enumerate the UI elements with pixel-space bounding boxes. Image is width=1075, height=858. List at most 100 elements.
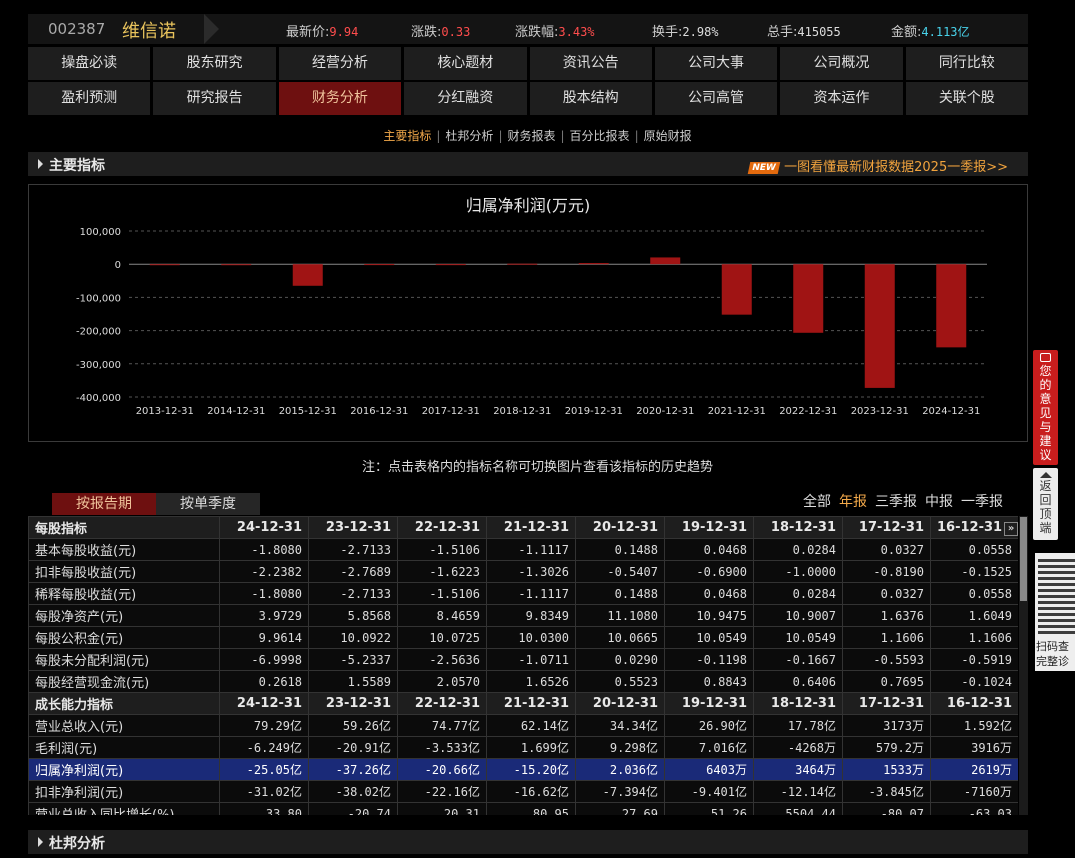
table-row[interactable]: 基本每股收益(元) -1.8080 -2.7133 -1.5106 -1.1117 0.1… [28,538,1018,561]
table-row[interactable]: 归属净利润(元) -25.05亿 -37.26亿 -20.66亿 -15.20亿 2.03… [28,758,1018,781]
table-cell: -0.8190 [842,560,931,583]
nav-item[interactable]: 公司概况 [780,47,903,80]
quote-item: 涨跌幅:3.43% [515,21,595,40]
qr-code-panel[interactable]: 扫码查 完整诊 [1035,553,1075,671]
date-header: 21-12-31 [486,516,576,539]
nav-item[interactable]: 股本结构 [529,82,652,115]
nav-item[interactable]: 核心题材 [404,47,527,80]
table-cell: -16.62亿 [486,780,576,803]
table-row[interactable]: 扣非净利润(元) -31.02亿 -38.02亿 -22.16亿 -16.62亿 -7.3… [28,780,1018,803]
nav-item[interactable]: 操盘必读 [28,47,151,80]
table-cell: 10.9475 [664,604,754,627]
table-note: 注：点击表格内的指标名称可切换图片查看该指标的历史趋势 [361,460,713,475]
indicator-name[interactable]: 基本每股收益(元) [28,538,220,561]
nav-item[interactable]: 盈利预测 [28,82,151,115]
quote-item: 换手:2.98% [652,21,719,40]
back-to-top-char: 返 [1039,479,1052,493]
table-row[interactable]: 扣非每股收益(元) -2.2382 -2.7689 -1.6223 -1.3026 -0.… [28,560,1018,583]
nav-item[interactable]: 研究报告 [153,82,276,115]
table-cell: -2.5636 [397,648,487,671]
table-row[interactable]: 营业总收入同比增长(%)33.80-20.7420.3180.9527.6951… [28,802,1018,815]
period-filter[interactable]: 全部 [803,494,831,510]
comment-icon [1040,353,1051,362]
nav-item[interactable]: 资讯公告 [529,47,652,80]
quote-label: 金额: [891,25,922,40]
indicator-name[interactable]: 每股净资产(元) [28,604,220,627]
tab-by-report-period[interactable]: 按报告期 [52,493,156,515]
table-row[interactable]: 每股未分配利润(元) -6.9998 -5.2337 -2.5636 -1.0711 0.… [28,648,1018,671]
period-filter[interactable]: 一季报 [961,494,1003,510]
bar [578,263,609,265]
indicator-name[interactable]: 扣非每股收益(元) [28,560,220,583]
table-cell: -20.91亿 [308,736,398,759]
nav-item[interactable]: 同行比较 [905,47,1028,80]
table-cell: 27.69 [575,802,665,815]
table-row[interactable]: 每股经营现金流(元) 0.2618 1.5589 2.0570 1.6526 0.5523… [28,670,1018,693]
feedback-char: 建 [1039,434,1052,448]
indicator-name[interactable]: 归属净利润(元) [28,758,220,781]
nav-item[interactable]: 公司高管 [654,82,778,115]
indicator-table: 每股指标 24-12-31 23-12-31 22-12-31 21-12-31 20-1… [28,516,1018,815]
date-header: 24-12-31 [219,692,309,715]
bar [364,264,395,266]
table-cell: -1.8080 [219,538,309,561]
y-tick-label: 0 [115,260,121,271]
table-row[interactable]: 稀释每股收益(元) -1.8080 -2.7133 -1.5106 -1.1117 0.1… [28,582,1018,605]
nav-item[interactable]: 财务分析 [278,82,402,115]
table-cell: -1.0711 [486,648,576,671]
table-cell: -0.6900 [664,560,754,583]
indicator-name[interactable]: 每股未分配利润(元) [28,648,220,671]
nav-item[interactable]: 分红融资 [404,82,527,115]
indicator-name[interactable]: 扣非净利润(元) [28,780,220,803]
feedback-button[interactable]: 您的意见与建议 [1033,350,1058,465]
period-filter[interactable]: 中报 [925,494,953,510]
nav-item[interactable]: 关联个股 [905,82,1028,115]
nav-row-2: 盈利预测 研究报告 财务分析 分红融资 股本结构 公司高管 资本运作 关联个股 [28,82,1028,115]
table-row[interactable]: 每股公积金(元) 9.9614 10.0922 10.0725 10.0300 10.06… [28,626,1018,649]
qr-caption-1: 扫码查 [1036,640,1069,653]
bar [650,257,681,265]
feedback-char: 见 [1039,406,1052,420]
nav-item[interactable]: 资本运作 [780,82,903,115]
back-to-top-button[interactable]: 返回顶端 [1033,468,1058,540]
expand-triangle-icon[interactable] [38,837,43,847]
table-cell: 0.1488 [575,582,665,605]
table-cell: 10.0725 [397,626,487,649]
table-cell: 10.9007 [753,604,843,627]
sub-nav-link[interactable]: 百分比报表 [570,129,630,143]
indicator-name[interactable]: 营业总收入(元) [28,714,220,737]
table-cell: 2.0570 [397,670,487,693]
period-filter[interactable]: 三季报 [875,494,917,510]
indicator-name[interactable]: 每股公积金(元) [28,626,220,649]
promo-link[interactable]: NEW 一图看懂最新财报数据2025一季报>> [747,156,1008,175]
table-cell: -2.7133 [308,538,398,561]
table-row[interactable]: 营业总收入(元) 79.29亿 59.26亿 74.77亿 62.14亿 34.34亿 26… [28,714,1018,737]
nav-item[interactable]: 公司大事 [654,47,778,80]
indicator-name[interactable]: 营业总收入同比增长(%) [28,802,220,815]
period-filters: 全部 年报 三季报 中报 一季报 [803,491,1011,511]
table-cell: -0.5919 [930,648,1018,671]
expand-triangle-icon[interactable] [38,159,43,169]
sub-nav-link[interactable]: 杜邦分析 [445,129,493,143]
sub-nav-link[interactable]: 主要指标 [383,129,431,143]
date-header: 21-12-31 [486,692,576,715]
scrollbar-thumb[interactable] [1020,517,1027,601]
sub-nav-link[interactable]: 财务报表 [507,129,555,143]
indicator-name[interactable]: 每股经营现金流(元) [28,670,220,693]
more-columns-icon[interactable]: » [1004,521,1018,536]
indicator-name[interactable]: 稀释每股收益(元) [28,582,220,605]
new-badge: NEW [747,162,780,174]
tab-by-single-quarter[interactable]: 按单季度 [156,493,260,515]
table-cell: -0.1198 [664,648,754,671]
nav-item[interactable]: 股东研究 [153,47,276,80]
table-row[interactable]: 每股净资产(元) 3.9729 5.8568 8.4659 9.8349 11.1080 1… [28,604,1018,627]
indicator-name[interactable]: 毛利润(元) [28,736,220,759]
quote-item: 总手:415055 [767,21,841,40]
table-scrollbar[interactable] [1019,516,1028,815]
nav-item[interactable]: 经营分析 [278,47,402,80]
promo-text[interactable]: 一图看懂最新财报数据2025一季报>> [784,160,1008,175]
sub-nav-link[interactable]: 原始财报 [644,129,692,143]
period-filter[interactable]: 年报 [839,494,867,510]
table-cell: 6403万 [664,758,754,781]
table-row[interactable]: 毛利润(元) -6.249亿 -20.91亿 -3.533亿 1.699亿 9.298亿 7… [28,736,1018,759]
